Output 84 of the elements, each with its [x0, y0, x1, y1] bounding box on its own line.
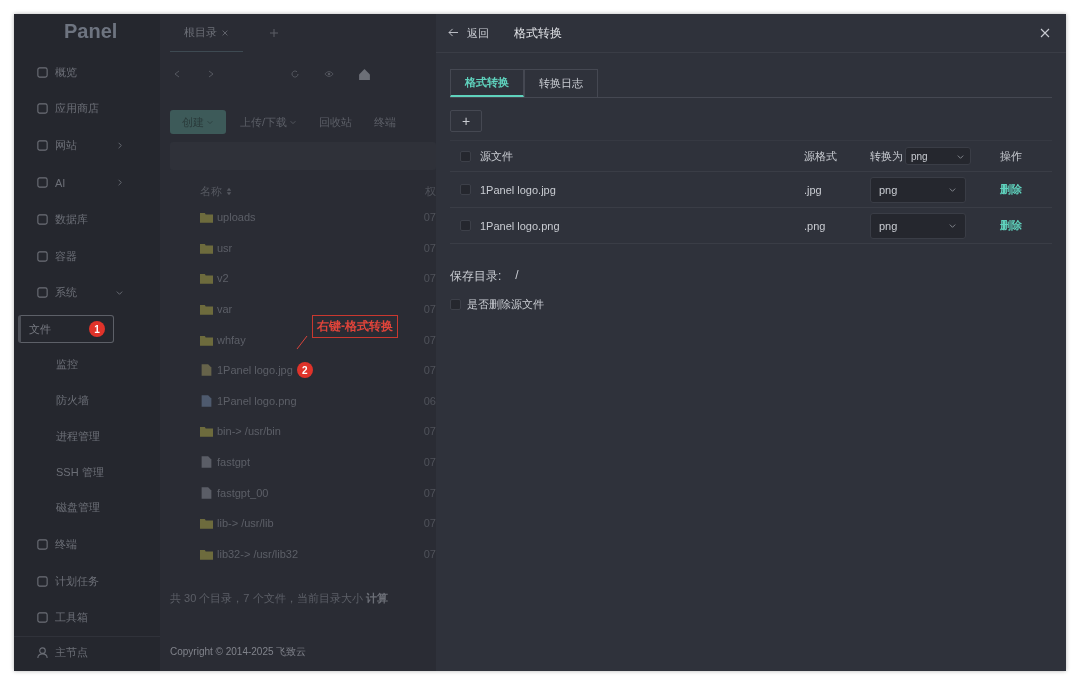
back-arrow-icon	[448, 27, 459, 37]
format-select[interactable]: png	[870, 212, 966, 239]
nav-subitem[interactable]: 防火墙	[18, 382, 156, 419]
copyright-text: Copyright © 2014-2025 飞致云	[170, 645, 308, 659]
nav-item[interactable]: 应用商店	[14, 90, 160, 128]
delete-source-checkbox[interactable]	[450, 299, 461, 310]
nav-icon	[36, 102, 49, 116]
table-cell-text: 1Panel logo.png	[480, 219, 561, 232]
select-all-checkbox[interactable]	[459, 150, 471, 162]
eye-icon[interactable]	[324, 69, 334, 79]
nav-item[interactable]: 容器	[14, 237, 160, 275]
nav-subitem[interactable]: 监控	[18, 347, 156, 383]
nav-subitem[interactable]: 文件 1	[18, 315, 114, 344]
home-icon[interactable]	[358, 67, 371, 81]
directory-tab[interactable]: 根目录	[170, 14, 243, 52]
nav-subitem[interactable]: 进程管理	[18, 418, 156, 455]
logo-text: Panel	[63, 19, 119, 44]
file-icon	[200, 456, 213, 469]
checkbox-label: 是否删除源文件	[467, 297, 544, 312]
folder-icon	[200, 272, 213, 285]
column-header: 源格式	[804, 148, 838, 164]
nav-item[interactable]: 工具箱	[14, 599, 160, 637]
nav-icon	[36, 249, 49, 263]
save-directory-label: 保存目录:	[450, 268, 502, 285]
user-icon	[36, 645, 49, 659]
save-directory-value: /	[515, 268, 519, 284]
nav-item[interactable]: 计划任务	[14, 562, 160, 600]
calculate-link[interactable]: 计算	[365, 592, 388, 605]
table-cell-text: .jpg	[804, 183, 823, 196]
refresh-icon[interactable]	[290, 69, 300, 79]
folder-icon	[200, 517, 213, 530]
nav-icon	[36, 212, 49, 226]
step-badge: 1	[89, 321, 105, 338]
delete-link[interactable]: 删除	[1000, 183, 1022, 195]
nav-item[interactable]: 概览	[14, 53, 160, 91]
nav-item[interactable]: 网站	[14, 127, 160, 165]
row-checkbox[interactable]	[459, 184, 471, 195]
nav-subitem[interactable]: SSH 管理	[18, 454, 156, 491]
folder-icon	[200, 425, 213, 438]
caret-icon	[948, 221, 957, 230]
folder-icon	[200, 547, 213, 560]
delete-link[interactable]: 删除	[1000, 219, 1022, 231]
nav-icon	[36, 139, 49, 153]
bulk-format-select[interactable]: png	[905, 147, 971, 165]
column-header: 操作	[1000, 148, 1023, 164]
file-icon	[200, 364, 213, 377]
annotation-label: 右键-格式转换	[312, 314, 398, 338]
row-checkbox[interactable]	[459, 220, 471, 231]
folder-icon	[200, 211, 213, 224]
nav-icon	[36, 176, 49, 189]
drawer-title: 格式转换	[514, 24, 562, 42]
back-button[interactable]: 返回	[448, 25, 489, 41]
caret-icon	[948, 185, 957, 194]
column-header: 源文件	[480, 148, 514, 164]
back-icon[interactable]	[172, 69, 182, 79]
tab[interactable]: 转换日志	[524, 69, 598, 97]
caret-icon	[289, 118, 298, 126]
nav-icon	[36, 611, 49, 625]
step-badge: 2	[296, 362, 313, 379]
nav-icon	[36, 65, 49, 79]
leader-line	[296, 335, 308, 350]
nav-item[interactable]: 数据库	[14, 200, 160, 238]
sort-icon[interactable]	[226, 186, 232, 196]
table-cell-text: 1Panel logo.jpg	[480, 183, 557, 196]
format-select[interactable]: png	[870, 176, 966, 203]
nav-icon	[36, 574, 49, 588]
node-item[interactable]: 主节点	[14, 636, 160, 667]
folder-icon	[200, 333, 213, 346]
nav-item[interactable]: 系统	[14, 274, 160, 312]
nav-icon	[36, 286, 49, 300]
nav-icon	[36, 537, 49, 551]
file-icon	[200, 394, 213, 407]
folder-icon	[200, 303, 213, 316]
add-button[interactable]: +	[450, 110, 482, 132]
add-tab-icon[interactable]	[269, 28, 279, 38]
file-icon	[200, 486, 213, 499]
nav-item[interactable]: 终端	[14, 525, 160, 563]
table-cell-text: .png	[804, 219, 827, 232]
tab[interactable]: 格式转换	[450, 69, 524, 97]
forward-icon[interactable]	[206, 69, 216, 79]
column-header: 转换为	[870, 148, 903, 164]
nav-subitem[interactable]: 磁盘管理	[18, 490, 156, 526]
nav-item[interactable]: AI	[14, 164, 160, 201]
folder-icon	[200, 241, 213, 254]
